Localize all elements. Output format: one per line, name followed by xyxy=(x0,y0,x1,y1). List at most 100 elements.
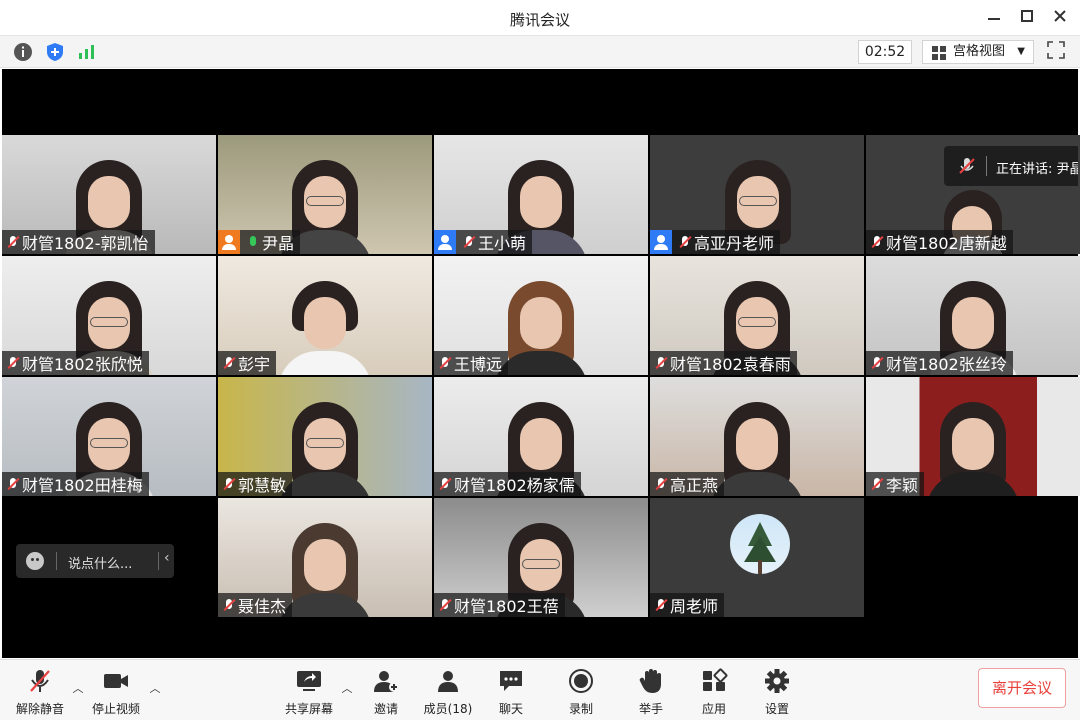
chat-button[interactable]: 聊天 xyxy=(476,666,546,718)
participant-name-bar: 财管1802王蓓 xyxy=(434,593,565,617)
chat-label: 聊天 xyxy=(498,702,523,716)
video-tile[interactable]: 王小萌 xyxy=(434,135,648,254)
participant-name-bar: 郭慧敏 xyxy=(218,472,293,496)
cohost-icon xyxy=(434,230,456,254)
participant-name-bar: 财管1802杨家儒 xyxy=(434,472,581,496)
record-icon xyxy=(569,669,593,693)
mic-muted-icon xyxy=(4,230,22,254)
video-tile[interactable]: 彭宇 xyxy=(218,256,432,375)
stop-video-button[interactable]: 停止视频 xyxy=(81,666,151,718)
raise-hand-button[interactable]: 举手 xyxy=(616,666,686,718)
avatar xyxy=(730,514,790,574)
shield-icon xyxy=(47,43,63,61)
participant-name-bar: 李颖 xyxy=(866,472,925,496)
participant-name-bar: 财管1802田桂梅 xyxy=(2,472,149,496)
host-icon xyxy=(218,230,240,254)
video-tile-active-speaker[interactable]: 尹晶 xyxy=(218,135,432,254)
maximize-button[interactable] xyxy=(1014,6,1040,30)
fullscreen-button[interactable] xyxy=(1046,40,1066,60)
minimize-button[interactable] xyxy=(981,6,1007,30)
divider xyxy=(986,156,987,176)
video-tile[interactable]: 李颖 xyxy=(866,377,1080,496)
participant-name: 王博远 xyxy=(454,355,503,374)
video-tile-avatar-only[interactable]: 周老师 xyxy=(650,498,864,617)
participant-name-bar: 尹晶 xyxy=(218,230,301,254)
video-tile[interactable]: 高亚丹老师 xyxy=(650,135,864,254)
maximize-icon xyxy=(1021,10,1033,22)
participant-name: 李颖 xyxy=(886,476,919,495)
mic-muted-icon xyxy=(868,230,886,254)
video-tile[interactable]: 财管1802田桂梅 xyxy=(2,377,216,496)
emoji-icon[interactable] xyxy=(26,552,44,570)
network-status-button[interactable] xyxy=(76,41,98,63)
participant-video xyxy=(918,396,1028,496)
chat-input-placeholder[interactable]: 说点什么... xyxy=(68,553,132,572)
chevron-left-icon[interactable]: ‹ xyxy=(164,550,170,566)
mic-muted-icon xyxy=(652,472,670,496)
share-screen-label: 共享屏幕 xyxy=(284,702,333,716)
participant-name: 彭宇 xyxy=(238,355,271,374)
participant-name: 王小萌 xyxy=(478,234,527,253)
title-bar: 腾讯会议 xyxy=(0,0,1080,36)
video-tile[interactable]: 聂佳杰 xyxy=(218,498,432,617)
video-tile[interactable]: 高正燕 xyxy=(650,377,864,496)
mic-muted-icon xyxy=(868,351,886,375)
window-title: 腾讯会议 xyxy=(509,11,570,29)
participant-name: 周老师 xyxy=(670,597,719,616)
chat-quick-input[interactable]: 说点什么... ‹ xyxy=(16,544,174,578)
share-screen-button[interactable]: 共享屏幕 xyxy=(274,666,344,718)
video-tile[interactable]: 财管1802张欣悦 xyxy=(2,256,216,375)
active-speaker-indicator: 正在讲话: 尹晶 xyxy=(944,146,1078,186)
participant-name: 高亚丹老师 xyxy=(694,234,775,253)
video-tile[interactable]: 财管1802袁春雨 xyxy=(650,256,864,375)
participant-name: 财管1802杨家儒 xyxy=(454,476,575,495)
divider xyxy=(158,552,159,570)
leave-meeting-button[interactable]: 离开会议 xyxy=(978,668,1066,708)
view-mode-dropdown[interactable]: 宫格视图 ▼ xyxy=(922,40,1034,64)
participant-name: 财管1802田桂梅 xyxy=(22,476,143,495)
mic-muted-icon xyxy=(220,593,238,617)
chat-icon xyxy=(500,671,522,691)
participant-name: 财管1802张丝玲 xyxy=(886,355,1007,374)
video-tile[interactable]: 财管1802杨家儒 xyxy=(434,377,648,496)
info-icon xyxy=(14,43,32,61)
participant-name-bar: 高正燕 xyxy=(650,472,725,496)
info-button[interactable] xyxy=(12,41,34,63)
video-tile[interactable]: 财管1802王蓓 xyxy=(434,498,648,617)
security-button[interactable] xyxy=(44,41,66,63)
members-button[interactable]: 成员(18) xyxy=(413,666,483,718)
participant-name: 财管1802张欣悦 xyxy=(22,355,143,374)
video-tile[interactable]: 财管1802-郭凯怡 xyxy=(2,135,216,254)
participant-name-bar: 高亚丹老师 xyxy=(650,230,781,254)
video-tile[interactable]: 王博远 xyxy=(434,256,648,375)
participant-name: 财管1802唐新越 xyxy=(886,234,1007,253)
raise-hand-label: 举手 xyxy=(638,702,663,716)
chevron-up-icon[interactable]: ︿ xyxy=(149,680,161,695)
settings-label: 设置 xyxy=(764,702,789,716)
gear-icon xyxy=(765,669,789,693)
apps-icon xyxy=(703,668,728,691)
speaking-label: 正在讲话: 尹晶 xyxy=(996,162,1078,177)
unmute-button[interactable]: 解除静音 xyxy=(5,666,75,718)
participant-name-bar: 彭宇 xyxy=(218,351,277,375)
close-button[interactable] xyxy=(1047,6,1073,30)
participant-name-bar: 王小萌 xyxy=(434,230,533,254)
record-label: 录制 xyxy=(568,702,593,716)
settings-button[interactable]: 设置 xyxy=(742,666,812,718)
mic-muted-icon xyxy=(959,158,975,174)
participant-name-bar: 聂佳杰 xyxy=(218,593,293,617)
video-tile[interactable]: 财管1802张丝玲 xyxy=(866,256,1080,375)
hand-icon xyxy=(639,669,661,693)
record-button[interactable]: 录制 xyxy=(546,666,616,718)
close-icon xyxy=(1054,10,1066,22)
mic-muted-icon xyxy=(220,472,238,496)
video-tile[interactable]: 郭慧敏 xyxy=(218,377,432,496)
mic-muted-icon xyxy=(436,472,454,496)
invite-button[interactable]: 邀请 xyxy=(351,666,421,718)
meeting-timer: 02:52 xyxy=(858,40,912,64)
participant-name: 财管1802袁春雨 xyxy=(670,355,791,374)
participant-name-bar: 财管1802袁春雨 xyxy=(650,351,797,375)
apps-button[interactable]: 应用 xyxy=(679,666,749,718)
participant-name: 聂佳杰 xyxy=(238,597,287,616)
participant-name: 郭慧敏 xyxy=(238,476,287,495)
